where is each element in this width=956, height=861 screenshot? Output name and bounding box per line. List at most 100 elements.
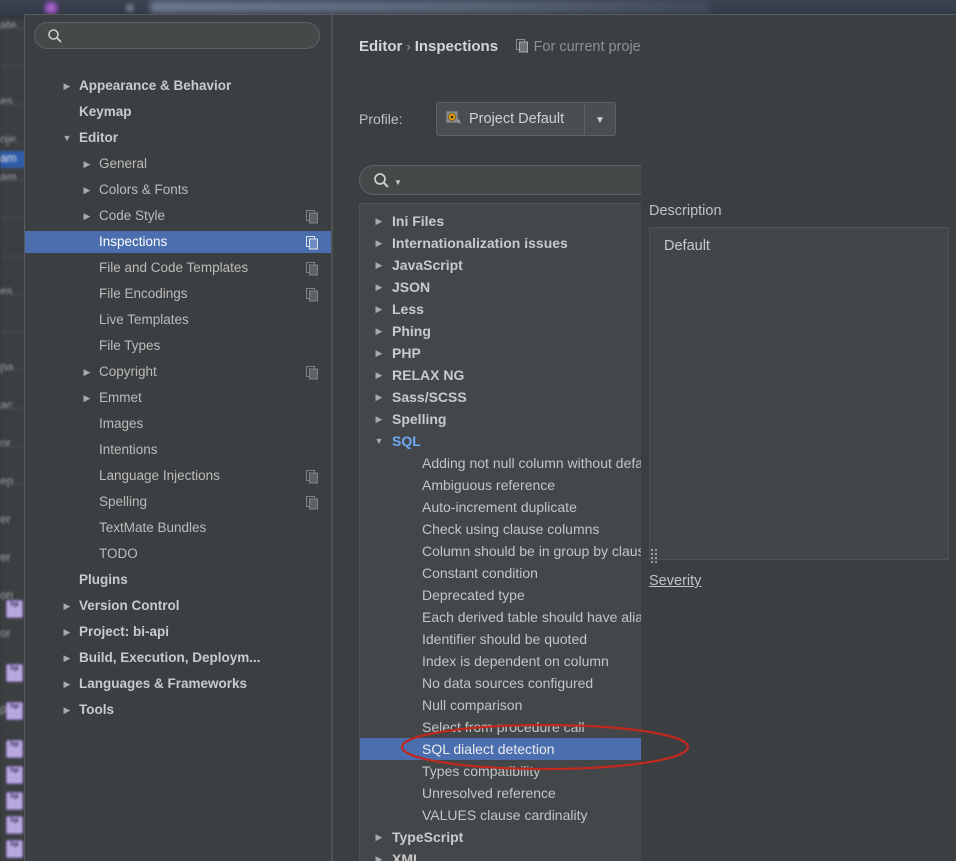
- chevron-down-icon[interactable]: ▼: [595, 115, 605, 126]
- sidebar-item-emmet[interactable]: ▶ Emmet: [25, 387, 331, 409]
- sidebar-item-images[interactable]: Images: [25, 413, 331, 435]
- chevron-right-icon[interactable]: ▶: [372, 826, 386, 848]
- sidebar-item-project-bi-api[interactable]: ▶ Project: bi-api: [25, 621, 331, 643]
- background-php-file-icon: hp: [6, 600, 23, 618]
- chevron-right-icon[interactable]: ▶: [372, 364, 386, 386]
- sidebar-item-file-and-code-templates[interactable]: File and Code Templates: [25, 257, 331, 279]
- inspection-label: Less: [392, 301, 424, 317]
- chevron-right-icon[interactable]: ▶: [372, 298, 386, 320]
- profile-label: Profile:: [359, 111, 403, 127]
- breadcrumb-separator: ›: [406, 39, 411, 54]
- chevron-right-icon[interactable]: ▶: [81, 387, 93, 409]
- inspection-label: Deprecated type: [422, 587, 525, 603]
- chevron-right-icon[interactable]: ▶: [372, 386, 386, 408]
- sidebar-item-code-style[interactable]: ▶ Code Style: [25, 205, 331, 227]
- sidebar-item-label: Emmet: [99, 390, 142, 405]
- copy-settings-icon[interactable]: [306, 287, 319, 302]
- background-divider: [2, 446, 26, 447]
- sidebar-item-file-types[interactable]: File Types: [25, 335, 331, 357]
- chevron-right-icon[interactable]: ▶: [81, 361, 93, 383]
- sidebar-item-label: Appearance & Behavior: [79, 78, 232, 93]
- sidebar-item-file-encodings[interactable]: File Encodings: [25, 283, 331, 305]
- inspection-label: Null comparison: [422, 697, 523, 713]
- profile-value: Project Default: [469, 111, 565, 127]
- sidebar-item-label: Version Control: [79, 598, 180, 613]
- copy-settings-icon[interactable]: [306, 469, 319, 484]
- chevron-right-icon[interactable]: ▶: [372, 210, 386, 232]
- background-divider: [2, 332, 26, 333]
- background-divider: [2, 104, 26, 105]
- background-php-file-icon: hp: [6, 766, 23, 784]
- background-divider: [2, 66, 26, 67]
- inspection-label: Ambiguous reference: [422, 477, 556, 493]
- inspection-label: JSON: [392, 279, 431, 295]
- sidebar-item-label: Intentions: [99, 442, 158, 457]
- chevron-right-icon[interactable]: ▶: [372, 320, 386, 342]
- sidebar-item-label: Spelling: [99, 494, 148, 509]
- chevron-right-icon[interactable]: ▶: [81, 179, 93, 201]
- sidebar-item-label: TODO: [99, 546, 138, 561]
- chevron-right-icon[interactable]: ▶: [372, 276, 386, 298]
- chevron-right-icon[interactable]: ▶: [61, 75, 73, 97]
- resize-grip-icon[interactable]: [649, 548, 663, 566]
- profile-icon: [445, 110, 463, 128]
- settings-search-input[interactable]: [34, 22, 320, 49]
- chevron-right-icon[interactable]: ▶: [61, 595, 73, 617]
- background-divider: [2, 142, 26, 143]
- sidebar-item-live-templates[interactable]: Live Templates: [25, 309, 331, 331]
- chevron-right-icon[interactable]: ▶: [81, 153, 93, 175]
- background-php-file-icon: hp: [6, 702, 23, 720]
- breadcrumb-parent[interactable]: Editor: [359, 38, 402, 55]
- chevron-right-icon[interactable]: ▶: [81, 205, 93, 227]
- sidebar-item-languages-frameworks[interactable]: ▶ Languages & Frameworks: [25, 673, 331, 695]
- sidebar-item-build-execution-deploym[interactable]: ▶ Build, Execution, Deploym...: [25, 647, 331, 669]
- sidebar-item-plugins[interactable]: Plugins: [25, 569, 331, 591]
- copy-settings-icon[interactable]: [306, 365, 319, 380]
- copy-settings-icon[interactable]: [306, 261, 319, 276]
- profile-divider: [584, 104, 585, 134]
- sidebar-item-todo[interactable]: TODO: [25, 543, 331, 565]
- copy-settings-icon[interactable]: [306, 209, 319, 224]
- sidebar-item-spelling[interactable]: Spelling: [25, 491, 331, 513]
- chevron-right-icon[interactable]: ▶: [372, 232, 386, 254]
- sidebar-item-inspections[interactable]: Inspections: [25, 231, 331, 253]
- copy-settings-icon[interactable]: [306, 235, 319, 250]
- chevron-down-icon[interactable]: ▼: [372, 430, 386, 452]
- chevron-right-icon[interactable]: ▶: [372, 342, 386, 364]
- background-divider: [2, 28, 26, 29]
- sidebar-item-label: Project: bi-api: [79, 624, 170, 639]
- chevron-down-icon[interactable]: ▼: [61, 127, 73, 149]
- sidebar-item-label: Plugins: [79, 572, 128, 587]
- chevron-right-icon[interactable]: ▶: [61, 647, 73, 669]
- chevron-right-icon[interactable]: ▶: [372, 848, 386, 861]
- chevron-right-icon[interactable]: ▶: [372, 254, 386, 276]
- chevron-right-icon[interactable]: ▶: [61, 621, 73, 643]
- copy-settings-icon[interactable]: [306, 495, 319, 510]
- inspections-filter-input[interactable]: ▼: [359, 165, 682, 195]
- sidebar-item-general[interactable]: ▶ General: [25, 153, 331, 175]
- sidebar-item-keymap[interactable]: Keymap: [25, 101, 331, 123]
- search-icon: [47, 28, 63, 47]
- sidebar-item-copyright[interactable]: ▶ Copyright: [25, 361, 331, 383]
- sidebar-item-editor[interactable]: ▼ Editor: [25, 127, 331, 149]
- sidebar-item-appearance-behavior[interactable]: ▶ Appearance & Behavior: [25, 75, 331, 97]
- chevron-down-icon[interactable]: ▼: [394, 178, 402, 187]
- sidebar-item-textmate-bundles[interactable]: TextMate Bundles: [25, 517, 331, 539]
- breadcrumb: Editor › Inspections For current project: [359, 37, 652, 57]
- chevron-right-icon[interactable]: ▶: [61, 699, 73, 721]
- inspection-label: RELAX NG: [392, 367, 465, 383]
- sidebar-item-label: Build, Execution, Deploym...: [79, 650, 261, 665]
- sidebar-item-intentions[interactable]: Intentions: [25, 439, 331, 461]
- sidebar-item-version-control[interactable]: ▶ Version Control: [25, 595, 331, 617]
- sidebar-item-colors-fonts[interactable]: ▶ Colors & Fonts: [25, 179, 331, 201]
- inspection-label: Each derived table should have alias: [422, 609, 651, 625]
- sidebar-item-language-injections[interactable]: Language Injections: [25, 465, 331, 487]
- background-divider: [2, 294, 26, 295]
- severity-label-text: Severity: [649, 573, 702, 589]
- chevron-right-icon[interactable]: ▶: [61, 673, 73, 695]
- chevron-right-icon[interactable]: ▶: [372, 408, 386, 430]
- profile-combo-box[interactable]: Project Default ▼: [436, 102, 616, 136]
- inspection-label: VALUES clause cardinality: [422, 807, 588, 823]
- sidebar-item-tools[interactable]: ▶ Tools: [25, 699, 331, 721]
- sidebar-item-label: General: [99, 156, 148, 171]
